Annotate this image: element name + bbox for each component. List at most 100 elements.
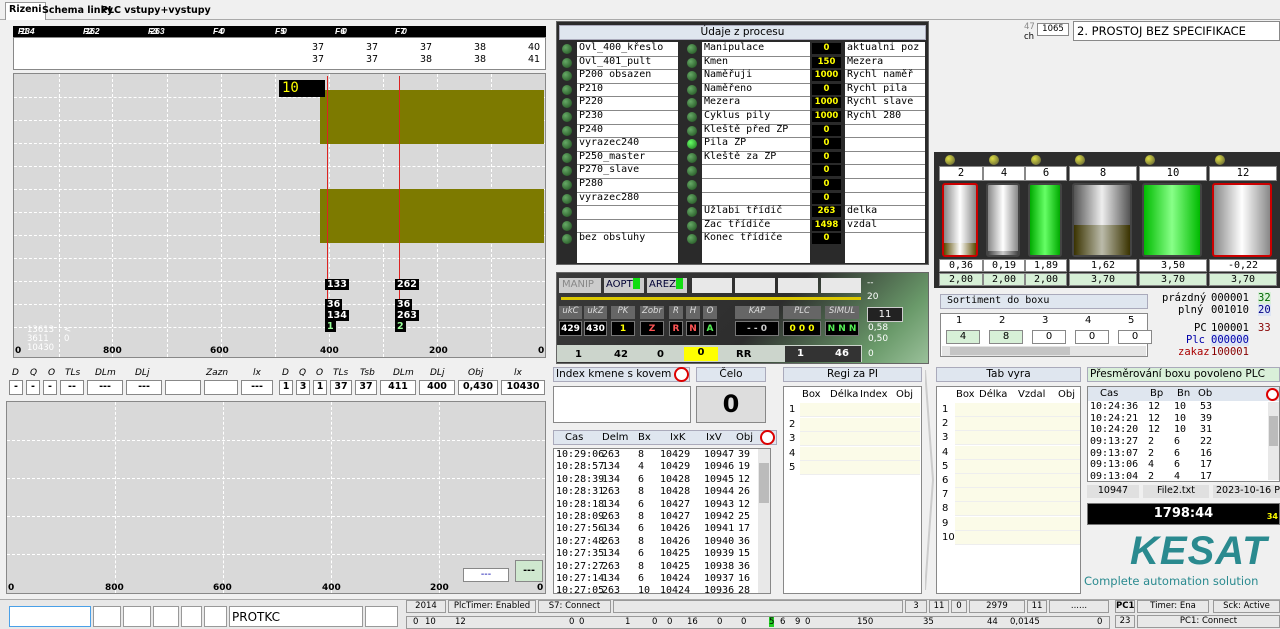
empty-button-4[interactable]	[821, 278, 861, 293]
signal-value: 0	[652, 617, 658, 627]
log-row[interactable]: 10:27:48 263 8 10426 10940 36	[554, 536, 770, 548]
sortiment-value[interactable]: 0	[1075, 330, 1109, 344]
bin-label: 12	[1209, 166, 1277, 181]
cell: 37	[355, 380, 377, 395]
sortiment-scrollbar[interactable]	[942, 346, 1146, 356]
bin-value-1: 3,50	[1139, 259, 1207, 272]
cell: -	[26, 380, 40, 395]
process-value: 0	[812, 138, 841, 150]
tab-row[interactable]	[955, 488, 1080, 503]
aopt-button[interactable]: AOPT	[604, 278, 644, 293]
process-value: 0	[812, 43, 841, 54]
tab-row[interactable]	[955, 459, 1080, 474]
regi-row[interactable]	[800, 461, 920, 475]
sb-2979: 2979	[969, 600, 1025, 613]
empty-button-2[interactable]	[735, 278, 775, 293]
log-scrollbar[interactable]	[758, 449, 770, 593]
status-led-mid	[687, 57, 697, 68]
log-row[interactable]: 10:27:05 263 10 10424 10936 28	[554, 585, 770, 594]
log-profile-plot[interactable]: 10 133 36 134 1 262 36 263 2 13613 3611 10…	[13, 73, 546, 358]
secondary-plot[interactable]: --- --- 0 800 600 400 200 0	[6, 401, 546, 594]
ctrl-value[interactable]: 429	[559, 321, 582, 336]
log-row[interactable]: 10:27:35 134 6 10425 10939 15	[554, 548, 770, 560]
log-row[interactable]: 10:28:09 263 8 10427 10942 25	[554, 511, 770, 523]
tab-vyra-table[interactable]: Box Délka Vzdal Obj 1 2 3 4 5 6 7 8 9 10	[936, 386, 1081, 594]
regi-table[interactable]: Box Délka Index Obj 1 2 3 4 5	[783, 386, 922, 594]
ctrl-header: SIMUL	[825, 306, 859, 319]
tab-row-num: 6	[942, 475, 949, 486]
log-list[interactable]: 10:29:06 263 8 10429 10947 39 10:28:57 134 4 1042…	[553, 448, 771, 594]
tab-row[interactable]	[955, 445, 1080, 460]
regi-row[interactable]	[800, 432, 920, 446]
ctrl-value[interactable]: N N N	[825, 321, 859, 336]
tab-col: Délka	[979, 389, 1008, 400]
ctrl-value[interactable]: 430	[584, 321, 607, 336]
cell: 3	[296, 380, 310, 395]
log-row[interactable]: 10:27:27 263 8 10425 10938 36	[554, 561, 770, 573]
bin-label: 8	[1069, 166, 1137, 181]
ctrl-value[interactable]: 0 0 0	[783, 321, 821, 336]
process-label-left: P200 obsazen	[579, 69, 652, 81]
sb-23: 23	[1115, 615, 1135, 628]
ctrl-value[interactable]: R	[669, 321, 683, 336]
log-row[interactable]: 10:28:31 263 8 10428 10944 26	[554, 486, 770, 498]
plot2-button-2[interactable]: ---	[515, 560, 543, 582]
tab-row[interactable]	[955, 417, 1080, 432]
hdr: TLs	[65, 368, 81, 378]
sortiment-value[interactable]: 0	[1032, 330, 1066, 344]
ctrl-value[interactable]: A	[703, 321, 717, 336]
redirect-clear-icon[interactable]	[1266, 388, 1279, 401]
sortiment-value[interactable]: 0	[1118, 330, 1152, 344]
downtime-reason[interactable]: 2. PROSTOJ BEZ SPECIFIKACE	[1073, 21, 1280, 41]
ctrl-header: Zobr	[640, 306, 664, 319]
arez-button[interactable]: AREZ	[647, 278, 687, 293]
tab-row[interactable]	[955, 474, 1080, 488]
log-row[interactable]: 10:29:06 263 8 10429 10947 39	[554, 449, 770, 461]
ctrl-value[interactable]: 1	[611, 321, 635, 336]
sb-empty	[613, 600, 903, 613]
regi-row[interactable]	[800, 403, 920, 417]
redirect-row[interactable]: 10:24:20 12 10 31	[1090, 424, 1279, 436]
tab-row[interactable]	[955, 516, 1080, 531]
log-row[interactable]: 10:27:14 134 6 10424 10937 16	[554, 573, 770, 585]
redirect-row[interactable]: 10:24:36 12 10 53	[1090, 401, 1279, 413]
tab-row[interactable]	[955, 431, 1080, 446]
manip-button[interactable]: MANIP	[559, 278, 601, 293]
log-row[interactable]: 10:27:56 134 6 10426 10941 17	[554, 523, 770, 535]
regi-row[interactable]	[800, 417, 920, 432]
tab-plc-vstupy[interactable]: PLC vstupy+vystupy	[98, 4, 214, 20]
sortiment-value[interactable]: 8	[989, 330, 1023, 344]
redirect-row[interactable]: 09:13:04 2 4 17	[1090, 471, 1279, 481]
tab-row[interactable]	[955, 502, 1080, 517]
index-input[interactable]	[553, 386, 691, 423]
redirect-row[interactable]: 09:13:06 4 6 17	[1090, 459, 1279, 471]
bin-fill	[1028, 183, 1062, 257]
ctrl-value[interactable]: - - 0	[735, 321, 779, 336]
log-clear-icon[interactable]	[760, 430, 775, 445]
sortiment-value[interactable]: 4	[946, 330, 980, 344]
redirect-scrollbar[interactable]	[1268, 402, 1279, 480]
num-3b: 38	[420, 54, 433, 65]
redirect-row[interactable]: 10:24:21 12 10 39	[1090, 413, 1279, 425]
plot2-button-1[interactable]: ---	[463, 568, 509, 582]
log-row[interactable]: 10:28:57 134 4 10429 10946 19	[554, 461, 770, 473]
ctrl-value[interactable]: Z	[640, 321, 664, 336]
regi-col: Délka	[830, 389, 859, 400]
ctrl-value[interactable]: N	[686, 321, 700, 336]
tab-row[interactable]	[955, 530, 1080, 545]
redirect-list[interactable]: Cas Bp Bn Ob 10:24:36 12 10 53 10:24:21 12 10 39 10…	[1087, 386, 1280, 482]
xtick: 600	[210, 346, 229, 356]
command-input[interactable]	[9, 606, 91, 627]
log-row[interactable]: 10:28:18 134 6 10427 10943 12	[554, 499, 770, 511]
empty-button-3[interactable]	[778, 278, 818, 293]
tab-row[interactable]	[955, 403, 1080, 417]
regi-row[interactable]	[800, 446, 920, 461]
empty-button-1[interactable]	[692, 278, 732, 293]
index-clear-icon[interactable]	[674, 367, 689, 382]
log-cell: 10936	[704, 585, 735, 594]
redirect-row[interactable]: 09:13:07 2 6 16	[1090, 448, 1279, 460]
cell	[204, 380, 238, 395]
log-row[interactable]: 10:28:39 134 6 10428 10945 12	[554, 474, 770, 486]
code-field[interactable]: 1065	[1037, 23, 1069, 36]
redirect-row[interactable]: 09:13:27 2 6 22	[1090, 436, 1279, 448]
